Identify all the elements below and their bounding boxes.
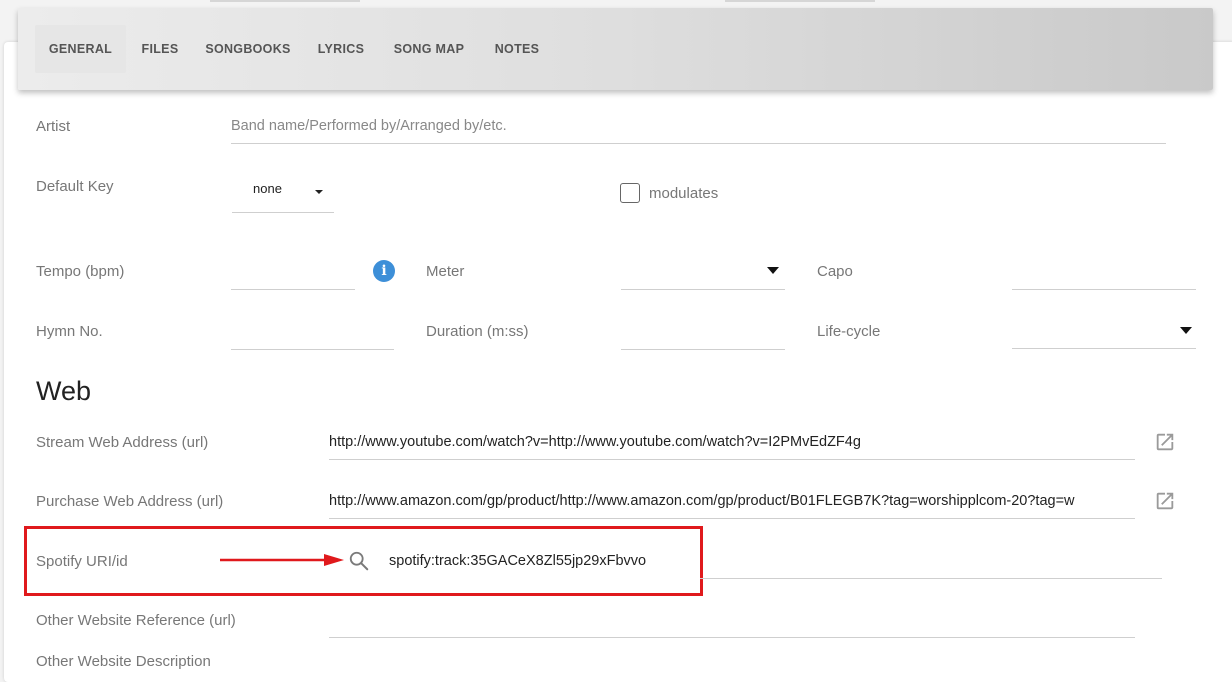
purchase-url-input[interactable]: http://www.amazon.com/gp/product/http://…: [329, 493, 1135, 509]
section-title-web: Web: [36, 376, 92, 406]
hymn-no-input[interactable]: [231, 349, 394, 350]
duration-label: Duration (m:ss): [426, 323, 529, 340]
artist-input[interactable]: Band name/Performed by/Arranged by/etc.: [231, 118, 507, 134]
modulates-checkbox[interactable]: [620, 183, 640, 203]
modulates-label: modulates: [649, 185, 719, 202]
stream-url-input[interactable]: http://www.youtube.com/watch?v=http://ww…: [329, 434, 1135, 450]
default-key-underline: [232, 212, 334, 213]
artist-underline: [231, 143, 1166, 144]
stream-url-label: Stream Web Address (url): [36, 434, 209, 451]
open-external-icon[interactable]: [1154, 431, 1176, 453]
purchase-url-label: Purchase Web Address (url): [36, 493, 224, 510]
spotify-input[interactable]: spotify:track:35GACeX8Zl55jp29xFbvvo: [389, 553, 646, 569]
tempo-label: Tempo (bpm): [36, 263, 125, 280]
tab-files[interactable]: FILES: [134, 25, 186, 73]
default-key-value: none: [253, 181, 282, 196]
info-icon[interactable]: i: [373, 260, 395, 282]
other-website-reference-input[interactable]: [329, 637, 1135, 638]
meter-label: Meter: [426, 263, 465, 280]
tab-bar: GENERAL FILES SONGBOOKS LYRICS SONG MAP …: [18, 8, 1213, 90]
hymn-no-label: Hymn No.: [36, 323, 103, 340]
annotation-arrow: [220, 554, 344, 566]
search-icon[interactable]: [348, 550, 370, 572]
spotify-label: Spotify URI/id: [36, 553, 128, 570]
default-key-label: Default Key: [36, 178, 114, 195]
purchase-url-underline: [329, 518, 1135, 519]
duration-input[interactable]: [621, 349, 785, 350]
tempo-input[interactable]: [231, 289, 355, 290]
chevron-down-icon: [1180, 327, 1192, 334]
stream-url-underline: [329, 459, 1135, 460]
chevron-down-icon: [767, 267, 779, 274]
capo-input[interactable]: [1012, 289, 1196, 290]
default-key-select[interactable]: none: [232, 172, 334, 213]
meter-underline: [621, 289, 785, 290]
tab-lyrics[interactable]: LYRICS: [313, 25, 369, 73]
background-divider: [210, 0, 360, 2]
open-external-icon[interactable]: [1154, 490, 1176, 512]
meter-select[interactable]: [621, 255, 785, 290]
life-cycle-label: Life-cycle: [817, 323, 881, 340]
tab-general[interactable]: GENERAL: [35, 25, 126, 73]
chevron-down-icon: [315, 190, 323, 194]
life-cycle-select[interactable]: [1012, 314, 1196, 349]
spotify-underline: [700, 578, 1162, 579]
tab-song-map[interactable]: SONG MAP: [388, 25, 470, 73]
capo-label: Capo: [817, 263, 853, 280]
other-website-reference-label: Other Website Reference (url): [36, 612, 236, 629]
artist-label: Artist: [36, 118, 71, 135]
life-cycle-underline: [1012, 348, 1196, 349]
other-website-description-label: Other Website Description: [36, 653, 211, 670]
background-divider: [725, 0, 875, 2]
tab-notes[interactable]: NOTES: [488, 25, 546, 73]
tab-songbooks[interactable]: SONGBOOKS: [203, 25, 293, 73]
